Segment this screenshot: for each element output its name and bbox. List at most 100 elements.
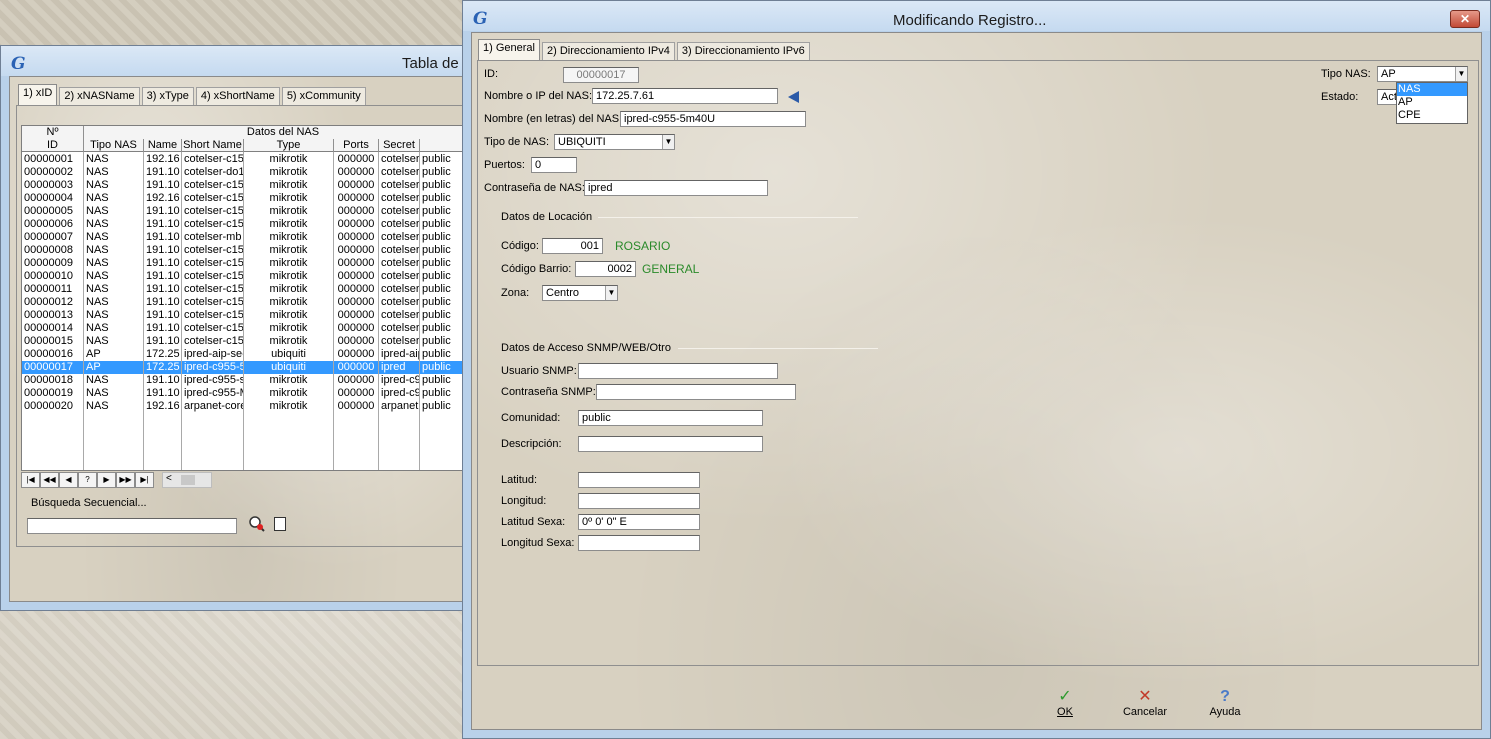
table-row[interactable]: 00000007 NAS 191.10 cotelser-mb mikrotik 0000… xyxy=(22,231,480,244)
help-icon: ? xyxy=(1220,688,1230,705)
nas-password-field[interactable]: ipred xyxy=(584,180,768,196)
tab-ipv6[interactable]: 3) Direccionamiento IPv6 xyxy=(676,42,810,60)
dropdown-option-ap[interactable]: AP xyxy=(1397,96,1467,109)
nas-type-select[interactable]: UBIQUITI ▼ xyxy=(554,134,675,150)
table-row[interactable]: 00000020 NAS 192.16 arpanet-core mikrotik 000… xyxy=(22,400,480,413)
close-button[interactable]: ✕ xyxy=(1450,10,1480,28)
nav-query-button[interactable]: ? xyxy=(78,472,97,488)
table-row[interactable]: 00000006 NAS 191.10 cotelser-c15 mikrotik 000… xyxy=(22,218,480,231)
tipo-nas-select[interactable]: AP ▼ xyxy=(1377,66,1468,82)
longitude-sexa-field[interactable] xyxy=(578,535,700,551)
table-window-titlebar[interactable]: G Tabla de xyxy=(1,46,474,76)
table-row[interactable]: 00000014 NAS 191.10 cotelser-c15 mikrotik 000… xyxy=(22,322,480,335)
chevron-down-icon[interactable]: ▼ xyxy=(1455,67,1467,81)
table-row[interactable]: 00000005 NAS 191.10 cotelser-c15 mikrotik 000… xyxy=(22,205,480,218)
snmp-user-field[interactable] xyxy=(578,363,778,379)
table-row[interactable]: 00000017 AP 172.25 ipred-c955-5 ubiquiti 0000… xyxy=(22,361,480,374)
dropdown-option-cpe[interactable]: CPE xyxy=(1397,109,1467,122)
zona-select[interactable]: Centro ▼ xyxy=(542,285,618,301)
nas-grid[interactable]: Nº Datos del NAS ID Tipo NAS Name Short … xyxy=(21,125,481,471)
col-header-short-name[interactable]: Short Name xyxy=(182,139,244,152)
chevron-down-icon[interactable]: ▼ xyxy=(662,135,674,149)
dialog-client: 1) General 2) Direccionamiento IPv4 3) D… xyxy=(471,32,1482,730)
nav-first-button[interactable]: |◀ xyxy=(21,472,40,488)
nav-last-button[interactable]: ▶| xyxy=(135,472,154,488)
col-header-name[interactable]: Name xyxy=(144,139,182,152)
tab-xnasname[interactable]: 2) xNASName xyxy=(59,87,140,105)
table-row[interactable]: 00000009 NAS 191.10 cotelser-c15 mikrotik 000… xyxy=(22,257,480,270)
dropdown-option-nas[interactable]: NAS xyxy=(1397,83,1467,96)
search-icon[interactable] xyxy=(248,515,266,533)
nas-name-field[interactable]: ipred-c955-5m40U xyxy=(620,111,806,127)
table-cell: 000000 xyxy=(337,309,375,321)
ok-button[interactable]: ✓ OK xyxy=(1040,688,1090,718)
col-header-ports[interactable]: Ports xyxy=(334,139,379,152)
table-cell: mikrotik xyxy=(269,244,308,256)
latitude-field[interactable] xyxy=(578,472,700,488)
new-document-icon[interactable] xyxy=(274,517,286,531)
help-button[interactable]: ? Ayuda xyxy=(1200,688,1250,718)
edit-dialog[interactable]: G Modificando Registro... ✕ 1) General 2… xyxy=(462,0,1491,739)
horizontal-scrollbar[interactable]: < xyxy=(162,472,212,488)
table-row[interactable]: 00000010 NAS 191.10 cotelser-c15 mikrotik 000… xyxy=(22,270,480,283)
table-row[interactable]: 00000003 NAS 191.10 cotelser-c15 mikrotik 000… xyxy=(22,179,480,192)
table-row[interactable]: 00000013 NAS 191.10 cotelser-c15 mikrotik 000… xyxy=(22,309,480,322)
dialog-titlebar[interactable]: G Modificando Registro... ✕ xyxy=(463,1,1490,31)
longitude-field[interactable] xyxy=(578,493,700,509)
table-row[interactable]: 00000011 NAS 191.10 cotelser-c15 mikrotik 000… xyxy=(22,283,480,296)
nas-password-label: Contraseña de NAS: xyxy=(484,182,585,194)
table-cell: 191.10 xyxy=(146,283,180,295)
table-cell: mikrotik xyxy=(269,322,308,334)
table-cell: NAS xyxy=(86,374,109,386)
longitude-sexa-label: Longitud Sexa: xyxy=(501,537,575,549)
nav-next-button[interactable]: ▶ xyxy=(97,472,116,488)
col-header-tipo-nas[interactable]: Tipo NAS xyxy=(84,139,144,152)
community-field[interactable]: public xyxy=(578,410,763,426)
table-cell: NAS xyxy=(86,205,109,217)
table-row[interactable]: 00000012 NAS 191.10 cotelser-c15 mikrotik 000… xyxy=(22,296,480,309)
nav-next-page-button[interactable]: ▶▶ xyxy=(116,472,135,488)
table-row[interactable]: 00000001 NAS 192.16 cotelser-c15 mikrotik 000… xyxy=(22,153,480,166)
chevron-down-icon[interactable]: ▼ xyxy=(605,286,617,300)
nas-ip-field[interactable]: 172.25.7.61 xyxy=(592,88,778,104)
cancel-button[interactable]: ✕ Cancelar xyxy=(1120,688,1170,718)
codigo-field[interactable]: 001 xyxy=(542,238,603,254)
table-row[interactable]: 00000008 NAS 191.10 cotelser-c15 mikrotik 000… xyxy=(22,244,480,257)
tab-xtype[interactable]: 3) xType xyxy=(141,87,194,105)
table-cell: 000000 xyxy=(337,400,375,412)
table-cell: NAS xyxy=(86,400,109,412)
col-header-secret[interactable]: Secret xyxy=(379,139,420,152)
table-row[interactable]: 00000019 NAS 191.10 ipred-c955-M mikrotik 000… xyxy=(22,387,480,400)
table-row[interactable]: 00000002 NAS 191.10 cotelser-do1 mikrotik 000… xyxy=(22,166,480,179)
tab-ipv4[interactable]: 2) Direccionamiento IPv4 xyxy=(541,42,675,60)
ports-field[interactable]: 0 xyxy=(531,157,577,173)
table-cell: cotelser xyxy=(381,231,419,243)
nav-prev-page-button[interactable]: ◀◀ xyxy=(40,472,59,488)
barrio-field[interactable]: 0002 xyxy=(575,261,636,277)
scroll-thumb[interactable] xyxy=(181,475,195,485)
table-row[interactable]: 00000016 AP 172.25 ipred-aip-se-5 ubiquiti 00… xyxy=(22,348,480,361)
table-cell: ipred-c955-s xyxy=(184,374,243,386)
tab-general[interactable]: 1) General xyxy=(478,39,540,60)
tab-xid[interactable]: 1) xID xyxy=(18,84,58,105)
col-header-id[interactable]: ID xyxy=(22,139,84,152)
table-row[interactable]: 00000004 NAS 192.16 cotelser-c15 mikrotik 000… xyxy=(22,192,480,205)
scroll-left-arrow-icon[interactable]: < xyxy=(166,473,172,484)
table-cell: ipred-c955-5 xyxy=(184,361,243,373)
nav-prev-button[interactable]: ◀ xyxy=(59,472,78,488)
description-field[interactable] xyxy=(578,436,763,452)
tab-xcommunity[interactable]: 5) xCommunity xyxy=(281,87,366,105)
play-arrow-icon[interactable] xyxy=(788,91,799,103)
table-row[interactable]: 00000018 NAS 191.10 ipred-c955-s mikrotik 000… xyxy=(22,374,480,387)
snmp-password-field[interactable] xyxy=(596,384,796,400)
location-divider xyxy=(598,217,858,218)
table-cell: ipred-c9 xyxy=(381,374,419,386)
latitude-sexa-field[interactable]: 0º 0' 0" E xyxy=(578,514,700,530)
search-input[interactable] xyxy=(27,518,237,534)
table-row[interactable]: 00000015 NAS 191.10 cotelser-c15 mikrotik 000… xyxy=(22,335,480,348)
check-icon: ✓ xyxy=(1058,688,1072,705)
col-header-type[interactable]: Type xyxy=(244,139,334,152)
tab-xshortname[interactable]: 4) xShortName xyxy=(195,87,280,105)
table-window[interactable]: G Tabla de 1) xID 2) xNASName 3) xType 4… xyxy=(0,45,486,611)
tipo-nas-dropdown-list[interactable]: NAS AP CPE xyxy=(1396,82,1468,124)
